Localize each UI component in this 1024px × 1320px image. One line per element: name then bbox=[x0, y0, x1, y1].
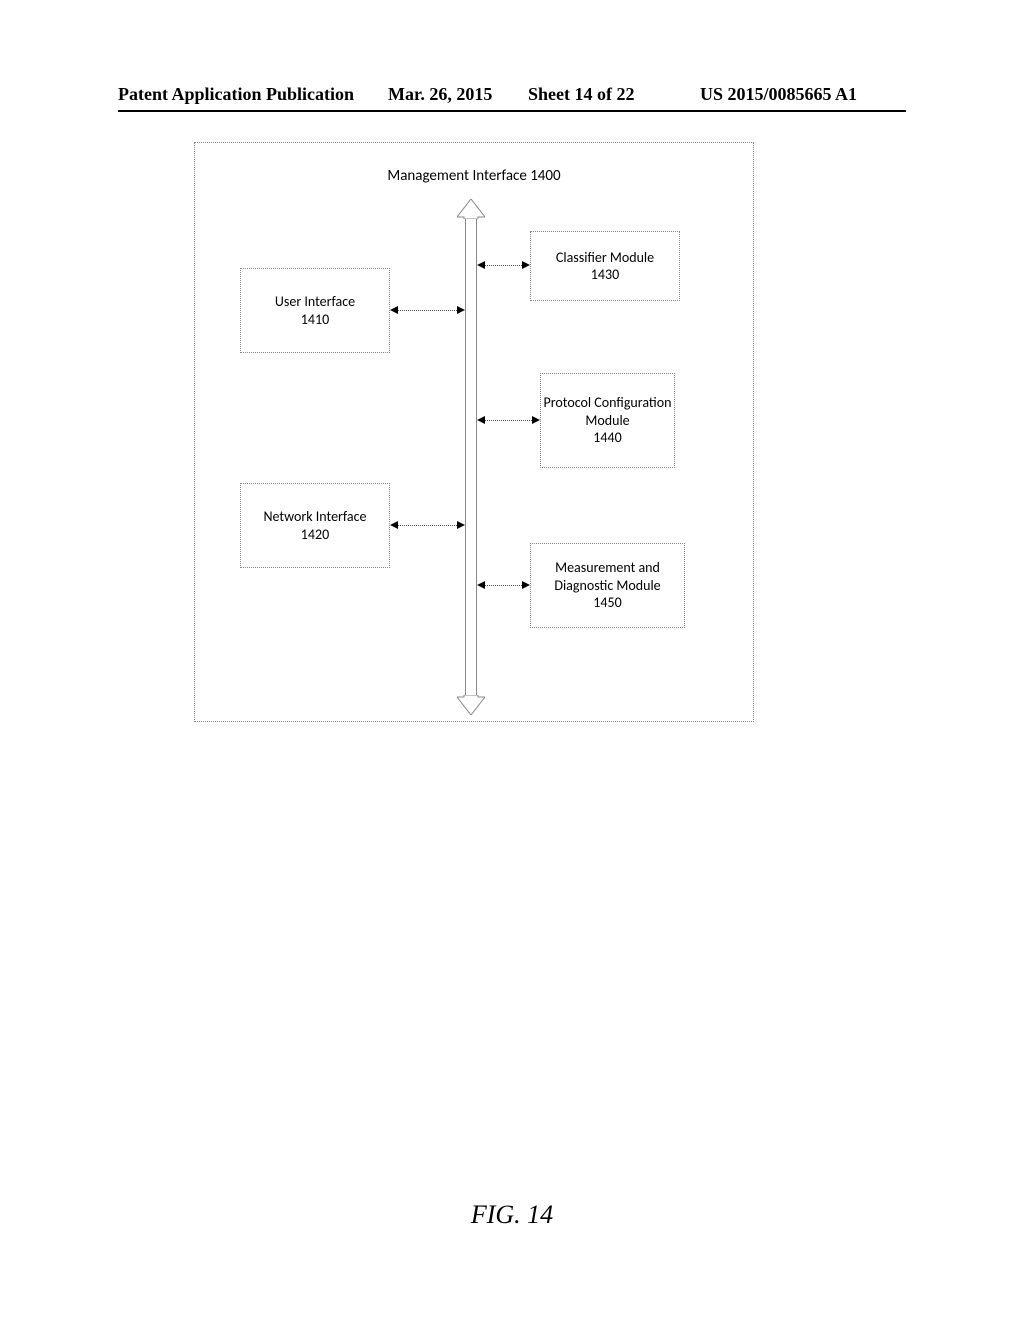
arrowhead-icon bbox=[522, 581, 530, 589]
module-number: 1420 bbox=[301, 526, 329, 544]
connector-proto bbox=[485, 420, 532, 421]
arrowhead-icon bbox=[390, 306, 398, 314]
arrowhead-icon bbox=[390, 521, 398, 529]
header-rule bbox=[118, 110, 906, 112]
module-label: Network Interface bbox=[263, 508, 366, 526]
arrowhead-icon bbox=[477, 581, 485, 589]
connector-ui bbox=[398, 310, 457, 311]
diagram-frame: Management Interface 1400 User Interface… bbox=[194, 142, 754, 722]
module-label: Measurement and Diagnostic Module bbox=[531, 559, 684, 594]
bus-arrow-up-icon bbox=[457, 199, 485, 219]
connector-cls bbox=[485, 265, 522, 266]
header-sheet: Sheet 14 of 22 bbox=[528, 84, 635, 105]
module-label: Classifier Module bbox=[556, 249, 654, 267]
module-protocol-config: Protocol Configuration Module 1440 bbox=[540, 373, 675, 468]
module-number: 1430 bbox=[591, 266, 619, 284]
arrowhead-icon bbox=[532, 416, 540, 424]
vertical-bus bbox=[465, 217, 477, 697]
diagram-title: Management Interface 1400 bbox=[195, 167, 753, 185]
module-number: 1410 bbox=[301, 311, 329, 329]
module-label: Protocol Configuration Module bbox=[541, 394, 674, 429]
module-classifier: Classifier Module 1430 bbox=[530, 231, 680, 301]
bus-arrow-down-icon bbox=[457, 695, 485, 715]
header-publication: Patent Application Publication bbox=[118, 84, 354, 105]
module-number: 1450 bbox=[593, 594, 621, 612]
arrowhead-icon bbox=[477, 261, 485, 269]
figure-caption: FIG. 14 bbox=[0, 1200, 1024, 1230]
module-network-interface: Network Interface 1420 bbox=[240, 483, 390, 568]
arrowhead-icon bbox=[457, 521, 465, 529]
module-measurement-diagnostic: Measurement and Diagnostic Module 1450 bbox=[530, 543, 685, 628]
module-user-interface: User Interface 1410 bbox=[240, 268, 390, 353]
connector-net bbox=[398, 525, 457, 526]
arrowhead-icon bbox=[522, 261, 530, 269]
module-number: 1440 bbox=[593, 429, 621, 447]
module-label: User Interface bbox=[275, 293, 355, 311]
header-appno: US 2015/0085665 A1 bbox=[700, 84, 857, 105]
connector-meas bbox=[485, 585, 522, 586]
arrowhead-icon bbox=[457, 306, 465, 314]
arrowhead-icon bbox=[477, 416, 485, 424]
header-date: Mar. 26, 2015 bbox=[388, 84, 492, 105]
